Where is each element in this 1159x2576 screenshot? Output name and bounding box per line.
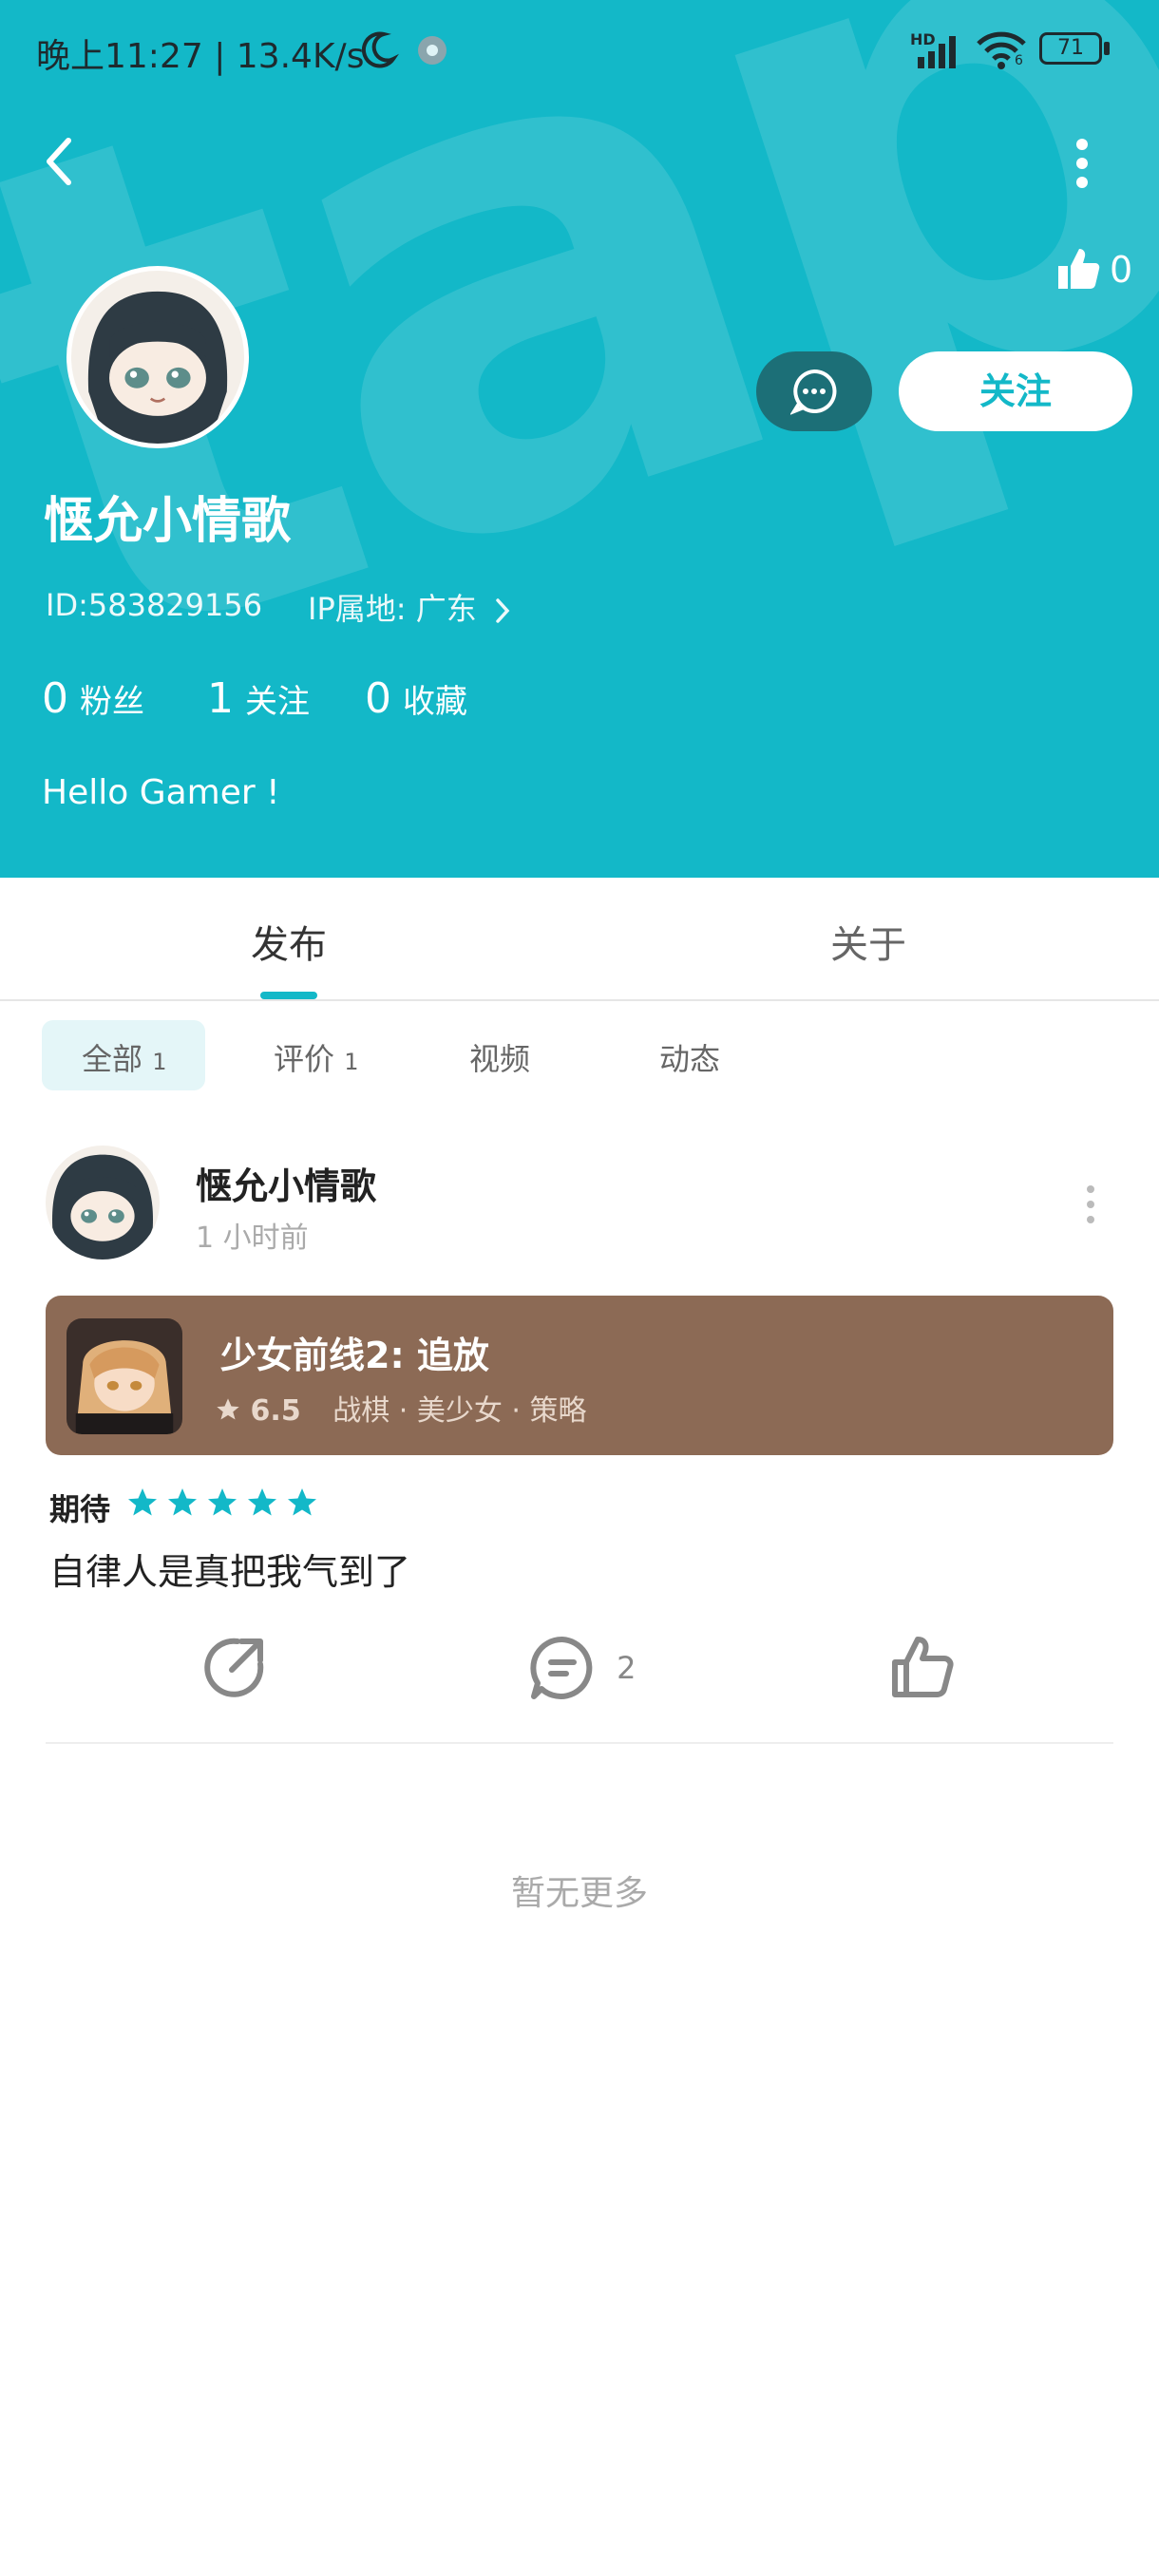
- star-icon: [288, 1488, 316, 1516]
- status-time: 晚上11:27: [36, 37, 203, 76]
- share-icon[interactable]: [200, 1634, 268, 1702]
- ip-location: IP属地: 广东: [308, 591, 477, 627]
- subtab-reviews[interactable]: 评价 1: [274, 1035, 358, 1079]
- bio: Hello Gamer !: [42, 773, 280, 812]
- comment-icon: [530, 1636, 593, 1699]
- favorites-label: 收藏: [403, 683, 467, 721]
- star-icon: [168, 1488, 197, 1516]
- rating-stars: [125, 1486, 325, 1524]
- game-meta: 6.5 战棋 · 美少女 · 策略: [215, 1387, 586, 1429]
- following-label: 关注: [245, 683, 310, 721]
- like-count: 0: [1110, 249, 1133, 291]
- subtab-reviews-count: 1: [344, 1049, 359, 1075]
- post-content[interactable]: 自律人是真把我气到了: [49, 1543, 410, 1595]
- username: 惬允小情歌: [44, 493, 292, 550]
- post-time: 1 小时前: [196, 1222, 309, 1255]
- comment-button[interactable]: 2: [528, 1634, 636, 1702]
- post-divider: [46, 1742, 1113, 1744]
- game-cover-image: [66, 1318, 182, 1434]
- battery-tip: [1104, 42, 1110, 55]
- post-author-name[interactable]: 惬允小情歌: [196, 1157, 376, 1209]
- stat-favorites[interactable]: 0 收藏: [365, 674, 467, 723]
- avatar-image: [46, 1146, 160, 1260]
- stat-following[interactable]: 1 关注: [207, 674, 310, 723]
- settings-dot-icon: [418, 36, 446, 65]
- star-icon: [208, 1488, 237, 1516]
- active-tab-indicator: [260, 992, 317, 999]
- thumbs-up-icon[interactable]: [1054, 245, 1102, 293]
- status-separator: |: [214, 37, 226, 76]
- moon-icon: [361, 31, 399, 68]
- favorites-count: 0: [365, 674, 391, 723]
- game-rating: 6.5: [250, 1394, 301, 1428]
- status-speed: 13.4K/s: [236, 37, 365, 76]
- avatar[interactable]: [66, 266, 249, 448]
- status-bar: 晚上11:27 | 13.4K/s: [36, 28, 364, 78]
- tab-about[interactable]: 关于: [830, 914, 906, 969]
- chat-bubble-icon: [790, 369, 837, 415]
- chevron-right-icon: [496, 598, 510, 623]
- tab-posts[interactable]: 发布: [251, 914, 327, 969]
- followers-count: 0: [42, 674, 68, 723]
- signal-icon: [918, 36, 956, 68]
- post-more-icon[interactable]: [1079, 1184, 1102, 1225]
- message-button[interactable]: [756, 351, 872, 431]
- game-tags: 战棋 · 美少女 · 策略: [332, 1394, 587, 1428]
- more-options-icon[interactable]: [1068, 137, 1096, 190]
- user-id: ID:583829156: [46, 587, 263, 623]
- star-icon: [248, 1488, 276, 1516]
- subtab-all-count: 1: [152, 1049, 167, 1075]
- subtab-reviews-label: 评价: [274, 1041, 335, 1077]
- profile-header: tapTap 晚上11:27 | 13.4K/s HD 6 71 0 关注 惬允…: [0, 0, 1159, 878]
- subtab-moments[interactable]: 动态: [659, 1035, 720, 1079]
- subtab-videos[interactable]: 视频: [469, 1035, 530, 1079]
- no-more-text: 暂无更多: [510, 1874, 648, 1913]
- star-icon: [128, 1488, 157, 1516]
- battery-indicator: 71: [1039, 32, 1102, 65]
- game-card[interactable]: [46, 1296, 1113, 1455]
- rating-star-icon: [217, 1398, 239, 1420]
- follow-button[interactable]: 关注: [899, 351, 1132, 431]
- rating-label: 期待: [49, 1491, 111, 1527]
- avatar-image: [71, 271, 244, 444]
- post-author-avatar[interactable]: [46, 1146, 160, 1260]
- following-count: 1: [207, 674, 234, 723]
- game-icon: [66, 1318, 182, 1434]
- subtab-all[interactable]: 全部 1: [82, 1035, 166, 1079]
- subtab-all-label: 全部: [82, 1041, 143, 1077]
- tabs-divider: [0, 999, 1159, 1001]
- back-arrow-icon[interactable]: [40, 133, 78, 190]
- battery-level: 71: [1057, 36, 1084, 60]
- wifi-sub: 6: [1015, 53, 1023, 68]
- comment-count: 2: [617, 1650, 636, 1686]
- game-title: 少女前线2: 追放: [220, 1335, 489, 1376]
- ip-location-link[interactable]: IP属地: 广东: [308, 585, 513, 629]
- followers-label: 粉丝: [80, 683, 144, 721]
- like-icon[interactable]: [889, 1634, 956, 1700]
- stat-followers[interactable]: 0 粉丝: [42, 674, 144, 723]
